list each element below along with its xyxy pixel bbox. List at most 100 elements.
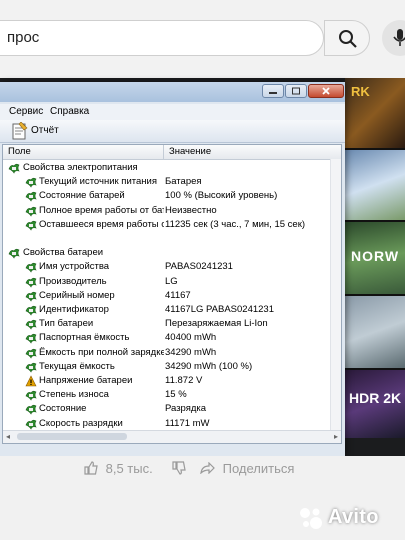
search-input[interactable]: прос bbox=[0, 20, 324, 56]
minimize-icon bbox=[269, 92, 277, 94]
field-name: Серийный номер bbox=[39, 289, 115, 301]
field-value: 15 % bbox=[165, 389, 187, 401]
battery-property-icon bbox=[25, 192, 37, 203]
share-button[interactable]: Поделиться bbox=[200, 461, 294, 476]
list-item[interactable]: Ёмкость при полной зарядке 34290 mWh bbox=[3, 346, 341, 360]
search-icon bbox=[339, 30, 357, 48]
scroll-right-arrow-icon[interactable]: ▸ bbox=[334, 432, 338, 441]
menubar: Сервис Справка bbox=[0, 104, 345, 120]
field-value: Разрядка bbox=[165, 403, 207, 415]
search-button[interactable] bbox=[324, 20, 370, 56]
group-row[interactable]: Свойства батареи bbox=[3, 246, 341, 260]
battery-property-icon bbox=[25, 206, 37, 217]
video-thumbnail[interactable]: HDR 2K bbox=[345, 370, 405, 438]
close-button[interactable] bbox=[308, 84, 344, 98]
battery-property-icon bbox=[25, 305, 37, 316]
column-header-field[interactable]: Поле bbox=[8, 146, 31, 157]
report-label: Отчёт bbox=[31, 125, 59, 136]
horizontal-scrollbar[interactable]: ◂ ▸ bbox=[3, 430, 341, 443]
avito-watermark: Avito bbox=[328, 506, 379, 528]
field-name: Степень износа bbox=[39, 389, 109, 401]
battery-property-icon bbox=[25, 334, 37, 345]
list-item[interactable]: Состояние батарей 100 % (Высокий уровень) bbox=[3, 189, 341, 203]
list-item[interactable]: Тип батареи Перезаряжаемая Li-Ion bbox=[3, 317, 341, 331]
vertical-scrollbar[interactable] bbox=[330, 159, 341, 431]
field-value: PABAS0241231 bbox=[165, 261, 233, 273]
field-name: Имя устройства bbox=[39, 261, 110, 273]
list-item[interactable]: Состояние Разрядка bbox=[3, 402, 341, 416]
list-item[interactable]: Идентификатор 41167LG PABAS0241231 bbox=[3, 303, 341, 317]
field-name: Свойства электропитания bbox=[23, 162, 138, 173]
video-thumbnail[interactable]: RK bbox=[345, 78, 405, 148]
like-count: 8,5 тыс. bbox=[105, 461, 153, 476]
battery-property-icon bbox=[25, 291, 37, 302]
field-name: Напряжение батареи bbox=[39, 375, 133, 386]
battery-property-icon bbox=[25, 263, 37, 274]
field-value: 34290 mWh (100 %) bbox=[165, 360, 253, 372]
field-value: 11235 сек (3 час., 7 мин, 15 сек) bbox=[165, 218, 306, 230]
battery-property-icon bbox=[25, 277, 37, 288]
field-name: Ёмкость при полной зарядке bbox=[39, 346, 164, 358]
battery-property-icon bbox=[25, 405, 37, 416]
list-item[interactable]: Имя устройства PABAS0241231 bbox=[3, 260, 341, 274]
dislike-button[interactable] bbox=[172, 461, 186, 476]
field-name: Скорость разрядки bbox=[39, 417, 123, 429]
list-item[interactable]: Степень износа 15 % bbox=[3, 388, 341, 402]
battery-property-icon bbox=[25, 178, 37, 188]
recommended-videos-strip: RK NORW HDR 2K bbox=[345, 78, 405, 438]
field-name: Состояние bbox=[39, 403, 87, 415]
report-button[interactable]: Отчёт bbox=[10, 122, 70, 140]
field-name: Идентификатор bbox=[39, 304, 109, 315]
avito-logo-icon bbox=[300, 508, 322, 529]
list-item[interactable]: Производитель LG bbox=[3, 275, 341, 289]
maximize-button[interactable] bbox=[285, 84, 307, 98]
list-item[interactable]: Текущий источник питания Батарея bbox=[3, 175, 341, 189]
field-name: Производитель bbox=[39, 275, 107, 287]
video-thumbnail[interactable]: NORW bbox=[345, 222, 405, 294]
field-value: 11.872 V bbox=[165, 375, 203, 386]
group-row[interactable]: Свойства электропитания bbox=[3, 161, 341, 175]
battery-property-icon bbox=[25, 391, 37, 401]
toolbar: Отчёт bbox=[0, 120, 345, 143]
menu-service[interactable]: Сервис bbox=[9, 106, 43, 117]
list-item[interactable]: Полное время работы от бата...Неизвестно bbox=[3, 204, 341, 218]
list-item[interactable]: Паспортная ёмкость 40400 mWh bbox=[3, 331, 341, 345]
list-header: Поле Значение bbox=[3, 145, 341, 160]
list-item[interactable]: Напряжение батареи 11.872 V bbox=[3, 374, 341, 388]
thumbs-down-icon bbox=[172, 461, 186, 475]
field-name: Тип батареи bbox=[39, 318, 94, 330]
microphone-icon bbox=[393, 29, 405, 46]
list-item[interactable]: Текущая ёмкость 34290 mWh (100 %) bbox=[3, 360, 341, 374]
menu-help[interactable]: Справка bbox=[50, 106, 89, 117]
minimize-button[interactable] bbox=[262, 84, 284, 98]
field-name: Состояние батарей bbox=[39, 190, 125, 202]
window-titlebar[interactable] bbox=[0, 82, 345, 102]
list-item bbox=[3, 232, 341, 246]
battery-group-icon bbox=[8, 163, 20, 174]
list-item[interactable]: Серийный номер 41167 bbox=[3, 289, 341, 303]
field-name: Текущий источник питания bbox=[39, 176, 157, 188]
field-name: Полное время работы от бата... bbox=[39, 204, 164, 216]
battery-group-icon bbox=[8, 249, 20, 259]
thumbnail-label: NORW bbox=[351, 248, 400, 264]
scrollbar-thumb[interactable] bbox=[17, 433, 127, 440]
field-value: LG bbox=[165, 275, 178, 287]
video-thumbnail[interactable] bbox=[345, 150, 405, 220]
column-header-value[interactable]: Значение bbox=[169, 146, 211, 157]
field-value: Неизвестно bbox=[165, 204, 217, 216]
properties-list[interactable]: Поле Значение Свойства электропитания Тек… bbox=[2, 144, 342, 444]
scroll-left-arrow-icon[interactable]: ◂ bbox=[6, 432, 10, 441]
field-name: Оставшееся время работы от ... bbox=[39, 218, 164, 230]
battery-info-window: Сервис Справка Отчёт Поле Значение Свойс… bbox=[0, 82, 345, 456]
list-item[interactable]: Оставшееся время работы от ...11235 сек … bbox=[3, 218, 341, 232]
field-name: Паспортная ёмкость bbox=[39, 332, 130, 344]
like-button[interactable]: 8,5 тыс. bbox=[84, 461, 153, 476]
field-value: Перезаряжаемая Li-Ion bbox=[165, 318, 268, 330]
list-item[interactable]: Скорость разрядки 11171 mW bbox=[3, 417, 341, 431]
field-value: 34290 mWh bbox=[165, 346, 217, 358]
video-thumbnail[interactable] bbox=[345, 296, 405, 368]
share-label: Поделиться bbox=[222, 461, 295, 476]
voice-search-button[interactable] bbox=[382, 20, 405, 56]
battery-property-icon bbox=[25, 320, 37, 330]
thumbnail-label: RK bbox=[351, 84, 370, 99]
